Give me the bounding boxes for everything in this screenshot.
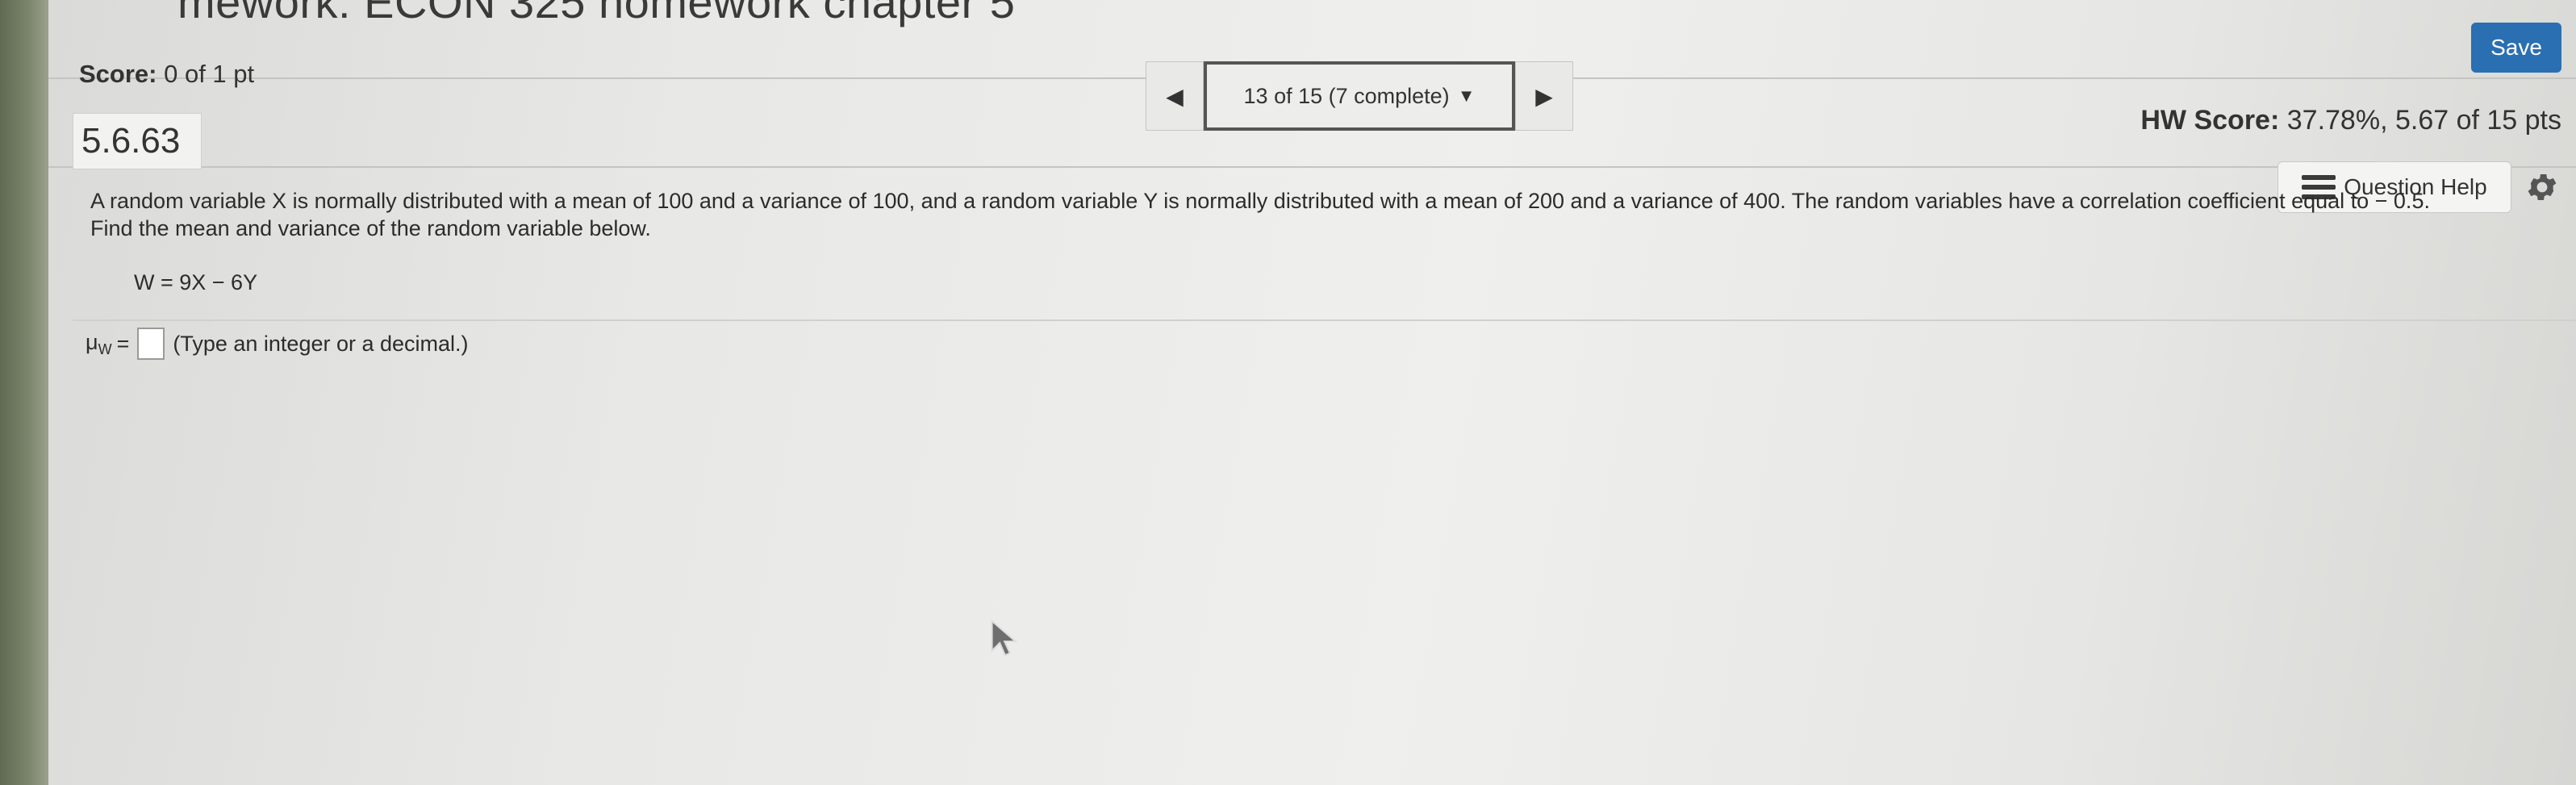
question-text: A random variable X is normally distribu… (90, 187, 2511, 242)
question-text-line-1: A random variable X is normally distribu… (90, 189, 2430, 213)
mouse-cursor-icon (991, 620, 1018, 657)
gear-icon[interactable] (2524, 169, 2560, 205)
score-display: Score: 0 of 1 pt (79, 60, 254, 89)
chevron-right-icon: ▶ (1535, 83, 1553, 109)
hw-score-display: HW Score: 37.78%, 5.67 of 15 pts (2140, 105, 2561, 136)
question-divider (48, 166, 2576, 168)
hw-score-value: 37.78%, 5.67 of 15 pts (2286, 105, 2561, 136)
answer-equals: = (116, 331, 130, 356)
caret-down-icon: ▼ (1457, 86, 1476, 106)
next-question-button[interactable]: ▶ (1515, 61, 1573, 131)
previous-question-button[interactable]: ◀ (1146, 61, 1204, 131)
question-id: 5.6.63 (73, 113, 202, 169)
monitor-bezel (0, 0, 48, 785)
score-value: 0 of 1 pt (164, 60, 255, 88)
question-text-line-2: Find the mean and variance of the random… (90, 216, 651, 240)
score-label: Score: (79, 60, 157, 88)
question-selector-dropdown[interactable]: 13 of 15 (7 complete) ▼ (1204, 61, 1515, 131)
homework-screen: mework: ECON 325 homework chapter 5 Save… (48, 0, 2576, 785)
answer-divider (73, 319, 2576, 321)
mean-answer-input[interactable] (137, 328, 165, 360)
mean-symbol: μ (86, 329, 98, 354)
page-title: mework: ECON 325 homework chapter 5 (177, 0, 1016, 27)
mean-subscript: W (98, 340, 112, 357)
answer-hint: (Type an integer or a decimal.) (173, 331, 469, 356)
question-formula: W = 9X − 6Y (134, 270, 258, 294)
question-navigator: ◀ 13 of 15 (7 complete) ▼ ▶ (1146, 61, 1573, 131)
answer-row: μW = (Type an integer or a decimal.) (86, 328, 469, 360)
question-position-label: 13 of 15 (7 complete) (1243, 83, 1450, 108)
save-button[interactable]: Save (2471, 23, 2561, 73)
answer-label: μW (86, 330, 112, 358)
chevron-left-icon: ◀ (1166, 83, 1184, 109)
hw-score-label: HW Score: (2140, 105, 2280, 136)
